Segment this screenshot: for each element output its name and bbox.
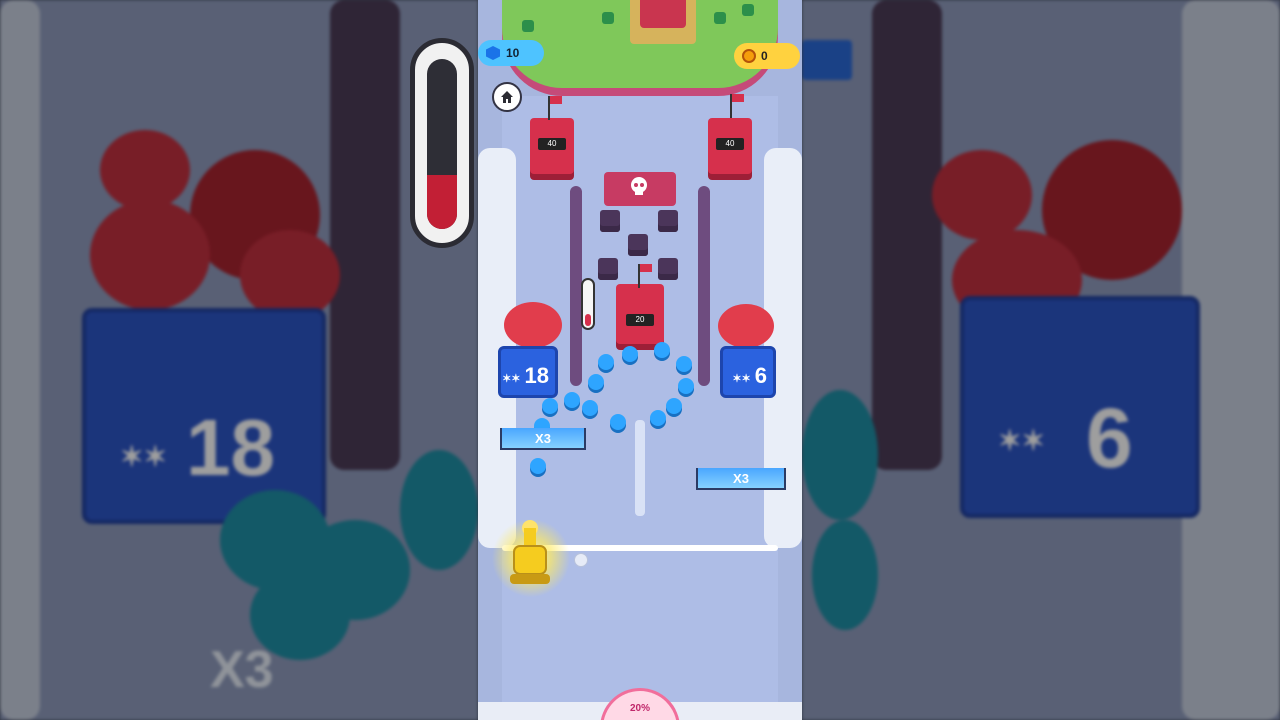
gems-counter: 10 xyxy=(478,40,544,66)
bg-enemy-pile xyxy=(100,130,190,210)
aim-thumb[interactable] xyxy=(574,553,588,567)
player-troop xyxy=(598,354,614,370)
obstacle-block xyxy=(600,210,620,232)
background-left-blurred: ✶✶ 18 X3 xyxy=(0,0,478,720)
skull-icon xyxy=(631,177,647,195)
multiplier-gate-left: X3 xyxy=(500,428,586,450)
player-troop xyxy=(650,410,666,426)
obstacle-block xyxy=(658,210,678,232)
coin-icon xyxy=(742,49,756,63)
bg-gem xyxy=(802,40,852,80)
player-troop xyxy=(654,342,670,358)
tree xyxy=(602,12,614,24)
progress-value: 20% xyxy=(629,703,650,714)
player-troop xyxy=(588,374,604,390)
bg-enemy-pile xyxy=(932,150,1032,240)
player-troop xyxy=(622,346,638,362)
coins-value: 0 xyxy=(761,49,768,63)
bg-troop xyxy=(812,520,878,630)
right-inner-wall xyxy=(698,186,710,386)
multiplier-gate-right: X3 xyxy=(696,468,786,490)
bg-thermometer xyxy=(410,38,474,248)
bg-multiplier: X3 xyxy=(210,641,274,699)
player-troop xyxy=(610,414,626,430)
gem-icon xyxy=(486,46,500,60)
gems-value: 10 xyxy=(506,46,520,60)
bg-wall xyxy=(330,0,400,470)
enemy-tower-right[interactable]: 40 xyxy=(708,118,752,174)
enemy-troop-pile xyxy=(718,304,774,348)
player-troop xyxy=(542,398,558,414)
tower-hp: 40 xyxy=(716,138,744,150)
tree xyxy=(522,20,534,32)
troop-crate-right[interactable]: ✶✶ 6 xyxy=(720,346,776,398)
player-cannon[interactable] xyxy=(504,520,556,588)
bg-enemy-pile xyxy=(90,200,210,310)
player-troop xyxy=(582,400,598,416)
player-troop xyxy=(676,356,692,372)
obstacle-block xyxy=(658,258,678,280)
background-right-blurred: ✶✶ 6 xyxy=(802,0,1280,720)
player-troop xyxy=(666,398,682,414)
player-troop xyxy=(678,378,694,394)
bg-troop xyxy=(802,390,878,520)
enemy-flag xyxy=(550,96,562,104)
center-lane xyxy=(635,420,645,516)
tower-thermometer xyxy=(581,278,595,330)
crate-count: 18 xyxy=(524,363,549,388)
tree xyxy=(714,12,726,24)
obstacle-block xyxy=(598,258,618,280)
troop-crate-left[interactable]: ✶✶ 18 xyxy=(498,346,558,398)
tower-hp: 20 xyxy=(626,314,654,326)
player-troop xyxy=(530,458,546,474)
enemy-tower-center[interactable]: 20 xyxy=(616,284,664,344)
player-troop xyxy=(564,392,580,408)
people-icon: ✶✶ xyxy=(502,373,521,385)
tower-hp: 40 xyxy=(538,138,566,150)
enemy-castle xyxy=(630,0,696,44)
bg-enemy-pile xyxy=(240,230,340,320)
home-icon xyxy=(501,91,513,103)
enemy-flag xyxy=(732,94,744,102)
castle-body xyxy=(640,0,686,28)
bg-people-icon: ✶✶ xyxy=(120,441,167,472)
tree xyxy=(742,4,754,16)
bg-wall xyxy=(872,0,942,470)
bg-crate-right xyxy=(960,296,1200,518)
enemy-troop-pile xyxy=(504,302,562,348)
home-button[interactable] xyxy=(492,82,522,112)
bg-thermometer-fill xyxy=(427,175,457,229)
game-viewport[interactable]: 10 0 40 40 20 ✶✶ 18 ✶✶ 6 X3 X3 20% xyxy=(478,0,802,720)
thermometer-fill xyxy=(585,314,591,326)
enemy-tower-left[interactable]: 40 xyxy=(530,118,574,174)
bg-people-icon: ✶✶ xyxy=(998,425,1045,456)
crate-count: 6 xyxy=(754,363,767,388)
coins-counter: 0 xyxy=(734,43,800,69)
obstacle-block xyxy=(628,234,648,256)
enemy-flag xyxy=(640,264,652,272)
bg-rail xyxy=(0,0,40,720)
people-icon: ✶✶ xyxy=(732,373,751,385)
bg-crate-count: 6 xyxy=(1086,391,1133,485)
bg-troop xyxy=(400,450,478,570)
bg-crate-count: 18 xyxy=(186,403,275,492)
enemy-base-island xyxy=(502,0,778,88)
